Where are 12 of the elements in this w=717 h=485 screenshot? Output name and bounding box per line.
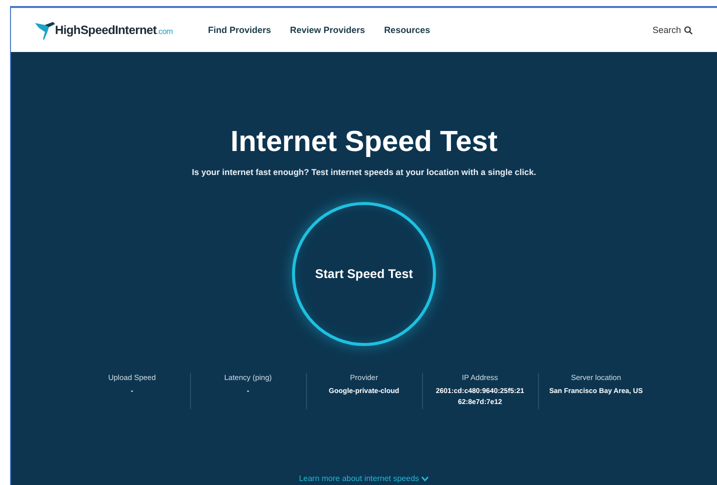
search-link[interactable]: Search: [652, 25, 693, 35]
nav-link[interactable]: Find Providers: [208, 25, 272, 35]
subtitle: Is your internet fast enough? Test internet speeds at your location with a single click.: [192, 167, 536, 177]
chevron-down-icon: [421, 476, 430, 482]
bird-logo-icon: [33, 19, 57, 41]
page-title: Internet Speed Test: [230, 126, 498, 159]
nav-link[interactable]: Review Providers: [290, 25, 366, 35]
learn-more-link[interactable]: Learn more about internet speeds: [298, 474, 430, 484]
nav-link[interactable]: Resources: [384, 25, 430, 35]
search-icon: [684, 26, 693, 34]
start-test-button[interactable]: Start Speed Test: [292, 202, 436, 346]
site-logo[interactable]: HighSpeedInternet.com: [55, 23, 173, 37]
